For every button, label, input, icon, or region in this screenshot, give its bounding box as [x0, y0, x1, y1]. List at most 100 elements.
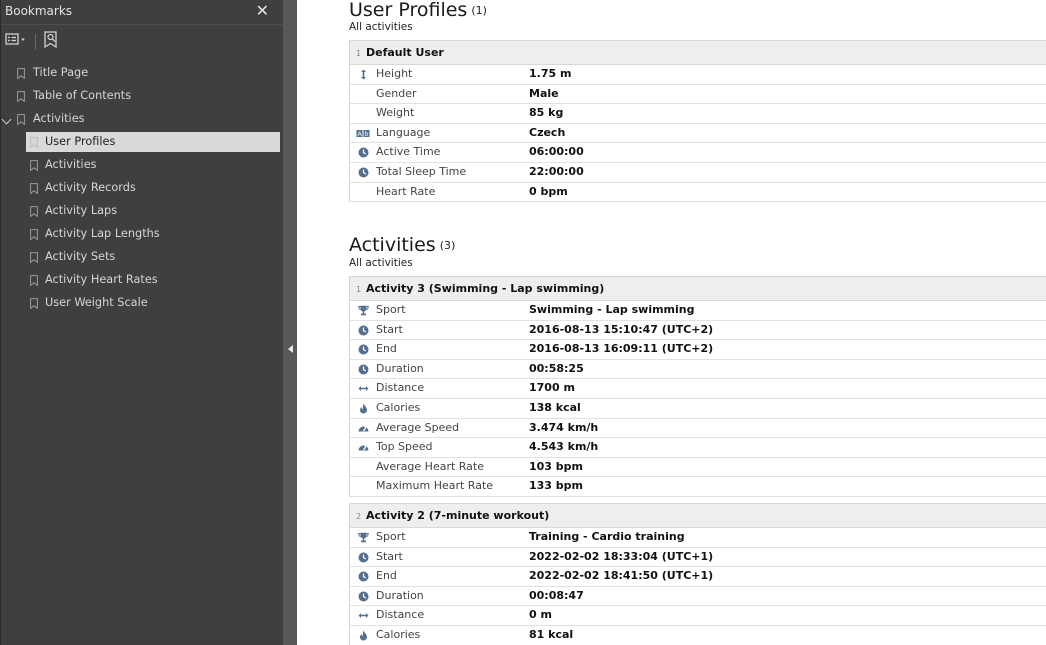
section-count: (3) [439, 239, 456, 252]
row-value: 2016-08-13 16:09:11 (UTC+2) [529, 342, 714, 356]
bookmark-label: User Profiles [45, 135, 116, 148]
height-icon [361, 69, 366, 80]
bookmark-label: User Weight Scale [45, 296, 148, 309]
row-key: Duration [376, 588, 424, 602]
row-value: 133 bpm [529, 479, 584, 493]
row-key: Start [376, 549, 403, 563]
row-key: Duration [376, 361, 424, 375]
bookmark-activity-heart-rates[interactable]: Activity Heart Rates [26, 270, 280, 290]
bookmark-icon [17, 68, 25, 79]
row-key: Sport [376, 303, 406, 316]
table-row: Duration 00:58:25 [350, 360, 1046, 380]
table-row: Calories 81 kcal [350, 626, 1046, 645]
bookmark-activities-group[interactable]: Activities [1, 109, 284, 129]
collapse-panel-icon[interactable] [288, 345, 293, 353]
row-value: 2022-02-02 18:33:04 (UTC+1) [529, 549, 714, 563]
bookmark-title-page[interactable]: Title Page [1, 63, 284, 83]
bookmark-activity-sets[interactable]: Activity Sets [26, 247, 280, 267]
table-row: Calories 138 kcal [350, 399, 1046, 419]
bookmark-label: Activity Lap Lengths [45, 227, 160, 240]
table-row: Maximum Heart Rate 133 bpm [350, 477, 1046, 497]
document-view: User Profiles (1) All activities 1 Defaul… [297, 0, 1046, 645]
row-key: Start [376, 322, 403, 336]
distance-icon [358, 613, 369, 619]
panel-splitter[interactable] [283, 0, 297, 645]
table-row: Total Sleep Time 22:00:00 [350, 163, 1046, 183]
bookmark-icon [30, 298, 38, 309]
clock-icon [358, 591, 369, 602]
speedometer-icon [358, 445, 369, 451]
bookmark-icon [30, 206, 38, 217]
toolbar-divider [35, 34, 36, 50]
bookmark-icon [30, 275, 38, 286]
row-value: 1.75 m [529, 67, 572, 80]
row-key: Language [376, 125, 431, 139]
bookmark-icon [30, 183, 38, 194]
bookmark-activity-lap-lengths[interactable]: Activity Lap Lengths [26, 224, 280, 244]
bookmark-icon [30, 229, 38, 240]
close-icon[interactable]: ✕ [256, 2, 269, 20]
clock-icon [358, 364, 369, 375]
bookmark-label: Activity Laps [45, 204, 118, 217]
bookmark-label: Activities [45, 158, 97, 171]
bookmark-icon [30, 252, 38, 263]
row-value: Male [529, 86, 559, 100]
row-value: 4.543 km/h [529, 440, 599, 454]
table-row: End 2016-08-13 16:09:11 (UTC+2) [350, 340, 1046, 360]
bookmark-label: Table of Contents [33, 89, 132, 102]
bookmark-user-weight-scale[interactable]: User Weight Scale [26, 293, 280, 313]
row-value: 85 kg [529, 106, 564, 120]
section-title: User Profiles [349, 0, 468, 21]
table-row: Distance 1700 m [350, 379, 1046, 399]
row-key: Distance [376, 608, 425, 622]
section-count: (1) [471, 4, 487, 17]
bookmark-label: Activities [33, 112, 85, 125]
section-subtitle: All activities [349, 21, 413, 33]
table-row: Start 2022-02-02 18:33:04 (UTC+1) [350, 548, 1046, 568]
bookmark-user-profiles[interactable]: User Profiles [26, 132, 280, 152]
bookmark-icon [17, 114, 25, 125]
row-value: 06:00:00 [529, 145, 584, 159]
row-value: Czech [529, 125, 566, 139]
table-row: Weight 85 kg [350, 104, 1046, 124]
activity-table: 1 Activity 3 (Swimming - Lap swimming) S… [349, 276, 1046, 497]
table-row: Top Speed 4.543 km/h [350, 438, 1046, 458]
clock-icon [358, 552, 369, 563]
table-row: Average Speed 3.474 km/h [350, 419, 1046, 439]
trophy-icon [358, 305, 369, 316]
row-value: 3.474 km/h [529, 420, 599, 434]
row-value: 00:08:47 [529, 588, 584, 602]
row-key: End [376, 569, 397, 583]
bookmark-activity-laps[interactable]: Activity Laps [26, 201, 280, 221]
row-value: 81 kcal [529, 627, 574, 641]
row-value: 0 m [529, 608, 552, 622]
bookmark-table-of-contents[interactable]: Table of Contents [1, 86, 284, 106]
bookmarks-title: Bookmarks [5, 4, 73, 18]
table-header: 2 Activity 2 (7-minute workout) [350, 504, 1046, 528]
bookmark-activity-records[interactable]: Activity Records [26, 178, 280, 198]
table-row: Average Heart Rate 103 bpm [350, 458, 1046, 478]
bookmark-icon [30, 160, 38, 171]
row-value: 2016-08-13 15:10:47 (UTC+2) [529, 322, 714, 336]
chevron-down-icon[interactable] [1, 114, 12, 125]
clock-icon [358, 147, 369, 158]
table-row: End 2022-02-02 18:41:50 (UTC+1) [350, 567, 1046, 587]
clock-icon [358, 167, 369, 178]
trophy-icon [358, 532, 369, 543]
table-header: 1 Default User [350, 41, 1046, 65]
table-row: Start 2016-08-13 15:10:47 (UTC+2) [350, 321, 1046, 341]
bookmark-activities[interactable]: Activities [26, 155, 280, 175]
row-key: Average Heart Rate [376, 459, 485, 473]
row-key: Sport [376, 530, 406, 543]
table-row: Sport Swimming - Lap swimming [350, 301, 1046, 321]
table-row: Active Time 06:00:00 [350, 143, 1046, 163]
flame-icon [360, 403, 367, 414]
options-menu-icon[interactable] [5, 31, 27, 53]
row-key: End [376, 342, 397, 356]
row-key: Active Time [376, 145, 441, 159]
table-row: Heart Rate 0 bpm [350, 183, 1046, 203]
svg-text:b: b [365, 131, 369, 138]
user-profiles-heading: User Profiles (1) [349, 0, 487, 21]
bookmark-label: Activity Heart Rates [45, 273, 158, 286]
add-bookmark-icon[interactable] [42, 31, 60, 53]
